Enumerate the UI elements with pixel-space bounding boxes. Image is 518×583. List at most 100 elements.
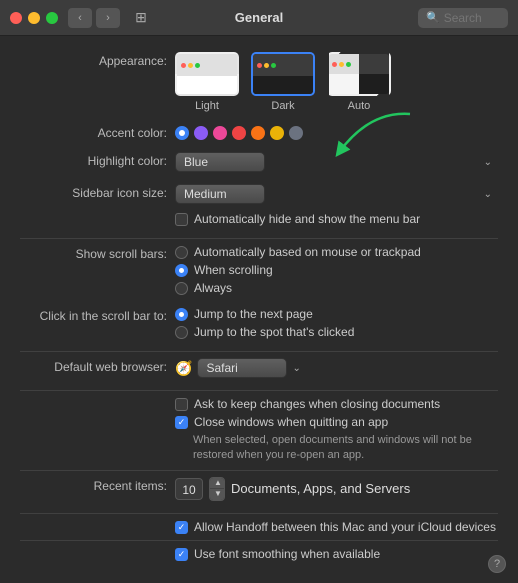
accent-blue[interactable] [175,126,189,140]
allow-handoff-content: Allow Handoff between this Mac and your … [175,520,498,534]
close-button[interactable] [10,12,22,24]
scroll-bars-scrolling-row: When scrolling [175,263,498,277]
divider-5 [20,513,498,514]
close-windows-content: Close windows when quitting an app When … [175,415,498,464]
appearance-light[interactable]: Light [175,52,239,112]
click-scroll-bar-content: Jump to the next page Jump to the spot t… [175,307,498,339]
nav-buttons: ‹ › [68,8,120,28]
show-scroll-bars-content: Automatically based on mouse or trackpad… [175,245,498,295]
allow-handoff-checkbox[interactable] [175,521,188,534]
sidebar-icon-size-select-wrap[interactable]: Medium Small Large ⌄ [175,184,498,204]
menu-bar-checkbox[interactable] [175,213,188,226]
click-next-page-radio[interactable] [175,308,188,321]
font-smoothing-checkbox[interactable] [175,548,188,561]
recent-items-decrement[interactable]: ▼ [210,489,225,500]
recent-items-label: Recent items: [20,477,175,493]
accent-purple[interactable] [194,126,208,140]
close-windows-checkbox-row: Close windows when quitting an app [175,415,498,429]
highlight-chevron-icon: ⌄ [484,157,492,168]
appearance-auto[interactable]: Auto [327,52,391,112]
highlight-color-select-wrap[interactable]: Blue Gold Graphite ⌄ [175,152,498,172]
window-title: General [235,10,283,25]
appearance-dark[interactable]: Dark [251,52,315,112]
font-smoothing-label: Use font smoothing when available [194,547,380,561]
browser-chevron-icon: ⌄ [292,363,300,374]
scroll-bars-auto-radio[interactable] [175,246,188,259]
default-browser-content: 🧭 Safari Chrome Firefox ⌄ [175,358,498,378]
search-box[interactable]: 🔍 [418,8,508,28]
font-smoothing-row: Use font smoothing when available [20,547,498,561]
divider-1 [20,238,498,239]
safari-icon: 🧭 [175,360,192,377]
divider-4 [20,470,498,471]
browser-select[interactable]: Safari Chrome Firefox [197,358,287,378]
accent-color-label: Accent color: [20,124,175,140]
allow-handoff-empty-label [20,520,175,522]
ask-keep-changes-row: Ask to keep changes when closing documen… [20,397,498,411]
recent-items-stepper: ▲ ▼ [209,477,225,501]
minimize-button[interactable] [28,12,40,24]
ask-keep-changes-checkbox[interactable] [175,398,188,411]
font-smoothing-content: Use font smoothing when available [175,547,498,561]
settings-content: Appearance: Light [0,36,518,583]
menu-bar-checkbox-row: Automatically hide and show the menu bar [175,212,498,226]
recent-items-increment[interactable]: ▲ [210,478,225,489]
sidebar-icon-size-content: Medium Small Large ⌄ Automatically hide … [175,184,498,226]
scroll-bars-scrolling-radio[interactable] [175,264,188,277]
ask-keep-changes-label: Ask to keep changes when closing documen… [194,397,440,411]
search-icon: 🔍 [426,11,440,24]
click-next-page-row: Jump to the next page [175,307,498,321]
show-scroll-bars-label: Show scroll bars: [20,245,175,261]
scroll-bars-always-label: Always [194,281,232,295]
recent-items-row: Recent items: 10 ▲ ▼ Documents, Apps, an… [20,477,498,501]
click-spot-clicked-label: Jump to the spot that's clicked [194,325,354,339]
font-smoothing-checkbox-row: Use font smoothing when available [175,547,498,561]
show-scroll-bars-row: Show scroll bars: Automatically based on… [20,245,498,295]
recent-items-suffix: Documents, Apps, and Servers [231,481,410,496]
scroll-bars-always-row: Always [175,281,498,295]
titlebar: ‹ › ⊞ General 🔍 [0,0,518,36]
accent-yellow[interactable] [270,126,284,140]
accent-red[interactable] [232,126,246,140]
sidebar-icon-size-select[interactable]: Medium Small Large [175,184,265,204]
help-button[interactable]: ? [488,555,506,573]
close-windows-checkbox[interactable] [175,416,188,429]
accent-color-row: Accent color: [20,124,498,140]
ask-keep-changes-checkbox-row: Ask to keep changes when closing documen… [175,397,498,411]
highlight-color-content: Blue Gold Graphite ⌄ [175,152,498,172]
scroll-bars-always-radio[interactable] [175,282,188,295]
font-smoothing-empty-label [20,547,175,549]
recent-items-stepper-wrap: 10 ▲ ▼ Documents, Apps, and Servers [175,477,498,501]
highlight-color-label: Highlight color: [20,152,175,168]
appearance-label: Appearance: [20,52,175,68]
accent-pink[interactable] [213,126,227,140]
click-next-page-label: Jump to the next page [194,307,313,321]
browser-select-wrap[interactable]: 🧭 Safari Chrome Firefox ⌄ [175,358,498,378]
auto-label: Auto [348,100,371,112]
maximize-button[interactable] [46,12,58,24]
sidebar-icon-size-row: Sidebar icon size: Medium Small Large ⌄ … [20,184,498,226]
click-scroll-radio-group: Jump to the next page Jump to the spot t… [175,307,498,339]
highlight-color-row: Highlight color: Blue Gold Graphite ⌄ [20,152,498,172]
search-input[interactable] [444,11,509,25]
divider-3 [20,390,498,391]
forward-button[interactable]: › [96,8,120,28]
grid-button[interactable]: ⊞ [128,8,154,28]
click-spot-clicked-radio[interactable] [175,326,188,339]
scroll-bars-auto-label: Automatically based on mouse or trackpad [194,245,421,259]
allow-handoff-checkbox-row: Allow Handoff between this Mac and your … [175,520,498,534]
sidebar-icon-size-label: Sidebar icon size: [20,184,175,200]
highlight-color-select[interactable]: Blue Gold Graphite [175,152,265,172]
click-scroll-bar-label: Click in the scroll bar to: [20,307,175,323]
accent-orange[interactable] [251,126,265,140]
allow-handoff-row: Allow Handoff between this Mac and your … [20,520,498,534]
sidebar-size-chevron-icon: ⌄ [484,189,492,200]
back-button[interactable]: ‹ [68,8,92,28]
accent-colors [175,124,498,140]
default-browser-row: Default web browser: 🧭 Safari Chrome Fir… [20,358,498,378]
scroll-bars-auto-row: Automatically based on mouse or trackpad [175,245,498,259]
recent-items-value[interactable]: 10 [175,478,203,500]
accent-gray[interactable] [289,126,303,140]
default-browser-label: Default web browser: [20,358,175,374]
recent-items-content: 10 ▲ ▼ Documents, Apps, and Servers [175,477,498,501]
